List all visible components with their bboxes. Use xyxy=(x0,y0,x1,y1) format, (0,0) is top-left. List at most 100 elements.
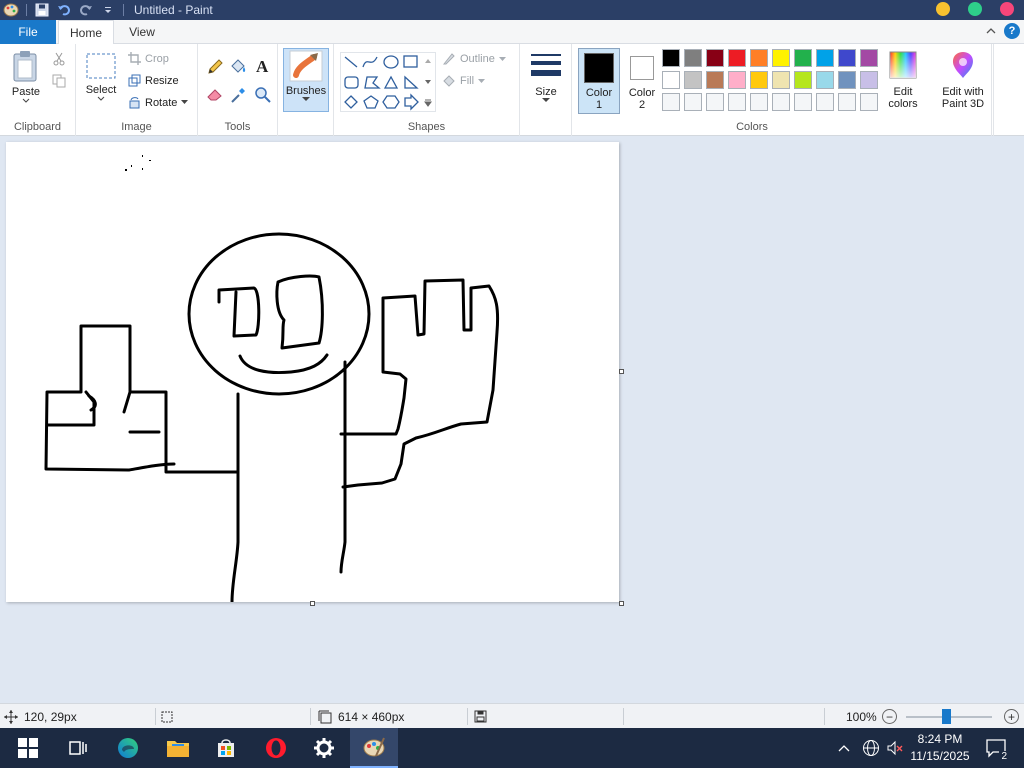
text-icon[interactable]: A xyxy=(254,57,272,78)
windows-logo-icon xyxy=(18,738,38,758)
color-swatch[interactable] xyxy=(684,71,702,89)
color-swatch[interactable] xyxy=(772,93,790,111)
canvas-resize-handle-bottom[interactable] xyxy=(310,601,315,606)
undo-icon[interactable] xyxy=(53,0,75,20)
zoom-out-button[interactable]: − xyxy=(882,709,897,724)
task-view-button[interactable] xyxy=(54,728,102,768)
crop-icon xyxy=(128,52,141,65)
chevron-down-icon xyxy=(181,100,189,104)
color-swatch[interactable] xyxy=(772,71,790,89)
cut-icon[interactable] xyxy=(52,52,66,69)
fill-button[interactable]: Fill xyxy=(442,74,486,88)
scroll-down-icon[interactable] xyxy=(424,75,432,89)
pencil-icon[interactable] xyxy=(206,58,224,79)
drawing-canvas[interactable] xyxy=(6,142,619,604)
paint-app-icon[interactable] xyxy=(0,0,22,20)
scroll-up-icon[interactable] xyxy=(424,54,432,68)
maximize-button[interactable] xyxy=(968,2,982,16)
collapse-ribbon-icon[interactable] xyxy=(986,24,996,38)
color-swatch[interactable] xyxy=(706,71,724,89)
settings-button[interactable] xyxy=(300,728,348,768)
eraser-icon[interactable] xyxy=(206,86,224,105)
color-swatch[interactable] xyxy=(662,93,680,111)
edit-colors-button[interactable]: Edit colors xyxy=(882,50,924,110)
color-swatch[interactable] xyxy=(794,49,812,67)
color-swatch[interactable] xyxy=(728,49,746,67)
zoom-slider-thumb[interactable] xyxy=(942,709,952,724)
canvas-resize-handle-corner[interactable] xyxy=(619,601,624,606)
color-swatch[interactable] xyxy=(750,93,768,111)
start-button[interactable] xyxy=(4,728,52,768)
tab-home[interactable]: Home xyxy=(58,20,114,45)
paint-taskbar-button[interactable] xyxy=(350,728,398,768)
canvas-resize-handle-right[interactable] xyxy=(619,369,624,374)
edit-with-paint3d-button[interactable]: Edit with Paint 3D xyxy=(934,50,992,110)
zoom-in-button[interactable]: + xyxy=(1004,709,1019,724)
close-button[interactable] xyxy=(1000,2,1014,16)
separator xyxy=(123,4,124,16)
resize-button[interactable]: Resize xyxy=(128,74,179,87)
color-swatch[interactable] xyxy=(816,71,834,89)
color-swatch[interactable] xyxy=(816,49,834,67)
colors-group-label: Colors xyxy=(736,121,768,133)
color-swatch[interactable] xyxy=(772,49,790,67)
save-icon[interactable] xyxy=(31,0,53,20)
color-swatch[interactable] xyxy=(860,93,878,111)
magnifier-icon[interactable] xyxy=(254,86,272,107)
customize-quick-access-icon[interactable] xyxy=(97,0,119,20)
color-swatch[interactable] xyxy=(838,71,856,89)
color-swatch[interactable] xyxy=(838,49,856,67)
chevron-down-icon xyxy=(478,78,486,83)
show-hidden-icons[interactable] xyxy=(838,728,850,768)
globe-icon xyxy=(863,740,879,756)
clock[interactable]: 8:24 PM 11/15/2025 xyxy=(906,731,974,765)
color2-button[interactable]: Color 2 xyxy=(622,48,662,114)
color-swatch[interactable] xyxy=(728,93,746,111)
size-button[interactable]: Size xyxy=(526,52,566,103)
help-icon[interactable]: ? xyxy=(1004,23,1020,39)
color-swatch[interactable] xyxy=(684,93,702,111)
color1-button[interactable]: Color 1 xyxy=(578,48,620,114)
rotate-button[interactable]: Rotate xyxy=(128,96,189,109)
color-swatch[interactable] xyxy=(750,71,768,89)
outline-button[interactable]: Outline xyxy=(442,52,506,66)
brushes-button[interactable]: Brushes xyxy=(283,48,329,112)
volume-status[interactable] xyxy=(886,728,904,768)
color-swatch[interactable] xyxy=(706,49,724,67)
paste-button[interactable]: Paste xyxy=(6,50,46,103)
color-swatch[interactable] xyxy=(838,93,856,111)
notification-center-button[interactable]: 2 xyxy=(982,728,1010,768)
color1-swatch xyxy=(584,53,614,83)
color-swatch[interactable] xyxy=(860,71,878,89)
copy-icon[interactable] xyxy=(52,74,66,91)
size-label: Size xyxy=(535,86,557,98)
color-picker-icon[interactable] xyxy=(229,86,247,107)
color-swatch[interactable] xyxy=(728,71,746,89)
tab-file[interactable]: File xyxy=(0,20,56,44)
crop-button[interactable]: Crop xyxy=(128,52,169,65)
shapes-gallery[interactable] xyxy=(340,52,436,112)
color-swatch[interactable] xyxy=(860,49,878,67)
file-explorer-button[interactable] xyxy=(154,728,202,768)
fill-bucket-icon[interactable] xyxy=(229,58,247,79)
color-swatch[interactable] xyxy=(794,93,812,111)
notification-count: 2 xyxy=(999,751,1009,762)
expand-gallery-icon[interactable] xyxy=(424,96,432,110)
tab-view[interactable]: View xyxy=(116,20,168,44)
edge-browser-button[interactable] xyxy=(104,728,152,768)
color-swatch[interactable] xyxy=(662,49,680,67)
color-swatch[interactable] xyxy=(794,71,812,89)
canvas-workspace xyxy=(0,137,1024,703)
color-swatch[interactable] xyxy=(816,93,834,111)
edit-colors-line1: Edit xyxy=(893,86,913,98)
redo-icon[interactable] xyxy=(75,0,97,20)
color-swatch[interactable] xyxy=(706,93,724,111)
color-swatch[interactable] xyxy=(684,49,702,67)
opera-browser-button[interactable] xyxy=(252,728,300,768)
color-swatch[interactable] xyxy=(662,71,680,89)
network-status[interactable] xyxy=(862,728,880,768)
color-swatch[interactable] xyxy=(750,49,768,67)
select-button[interactable]: Select xyxy=(82,52,120,101)
minimize-button[interactable] xyxy=(936,2,950,16)
store-button[interactable] xyxy=(202,728,250,768)
